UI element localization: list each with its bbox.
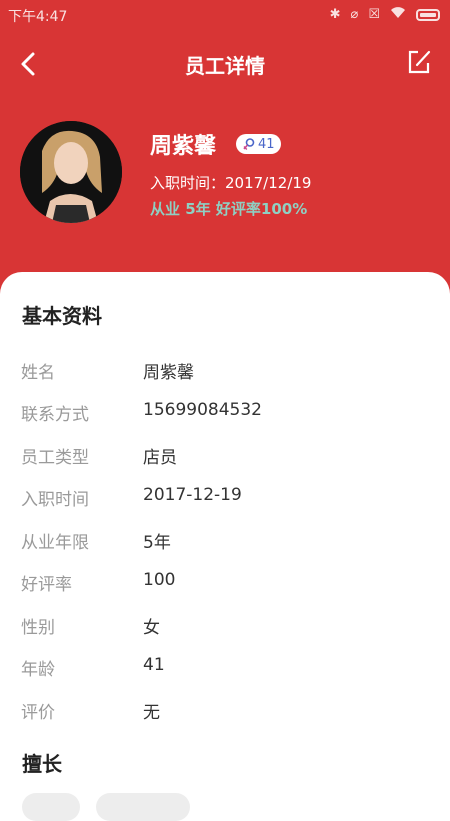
row-value: 5年	[143, 533, 171, 553]
info-row-gender: 性别 女	[0, 605, 450, 645]
row-label: 员工类型	[21, 448, 89, 468]
basic-info-title: 基本资料	[22, 304, 102, 328]
specialty-chip[interactable]	[96, 793, 190, 821]
row-label: 联系方式	[21, 405, 89, 425]
row-label: 姓名	[21, 363, 55, 383]
row-label: 评价	[21, 703, 55, 723]
status-icons: ✱ ⌀ ☒	[330, 5, 440, 25]
info-row-name: 姓名 周紫馨	[0, 350, 450, 390]
female-icon	[243, 138, 255, 150]
row-value: 无	[143, 703, 160, 723]
specialty-chip[interactable]	[22, 793, 80, 821]
info-row-years: 从业年限 5年	[0, 520, 450, 560]
row-label: 性别	[21, 618, 55, 638]
row-label: 年龄	[21, 660, 55, 680]
info-row-rating: 好评率 100	[0, 562, 450, 602]
edit-icon	[408, 50, 431, 74]
age-badge: 41	[236, 134, 281, 154]
info-row-phone: 联系方式 15699084532	[0, 392, 450, 432]
status-bar: 下午4:47 ✱ ⌀ ☒	[0, 0, 450, 30]
row-value: 100	[143, 570, 176, 590]
bluetooth-icon: ✱	[329, 7, 341, 22]
status-time: 下午4:47	[8, 9, 68, 25]
info-row-review: 评价 无	[0, 690, 450, 730]
info-row-age: 年龄 41	[0, 647, 450, 687]
battery-icon	[416, 9, 440, 21]
alarm-off-icon: ⌀	[350, 7, 359, 22]
employee-name: 周紫馨	[150, 134, 217, 159]
info-row-hire-date: 入职时间 2017-12-19	[0, 477, 450, 517]
wifi-icon	[390, 5, 406, 25]
info-row-type: 员工类型 店员	[0, 435, 450, 475]
page-title: 员工详情	[185, 54, 265, 78]
age-value: 41	[258, 136, 275, 152]
top-nav: 员工详情	[0, 40, 450, 88]
hire-date-text: 入职时间：2017/12/19	[150, 174, 312, 192]
row-value: 店员	[143, 448, 177, 468]
experience-rating-text: 从业 5年 好评率100%	[150, 200, 308, 218]
row-value: 41	[143, 655, 165, 675]
row-label: 好评率	[21, 575, 72, 595]
row-value: 周紫馨	[143, 363, 194, 383]
row-value: 15699084532	[143, 400, 262, 420]
row-label: 从业年限	[21, 533, 89, 553]
edit-button[interactable]	[404, 46, 434, 78]
no-sim-icon: ☒	[368, 7, 380, 22]
row-value: 2017-12-19	[143, 485, 242, 505]
avatar	[20, 121, 122, 223]
specialties-title: 擅长	[22, 752, 62, 776]
row-label: 入职时间	[21, 490, 89, 510]
row-value: 女	[143, 618, 160, 638]
